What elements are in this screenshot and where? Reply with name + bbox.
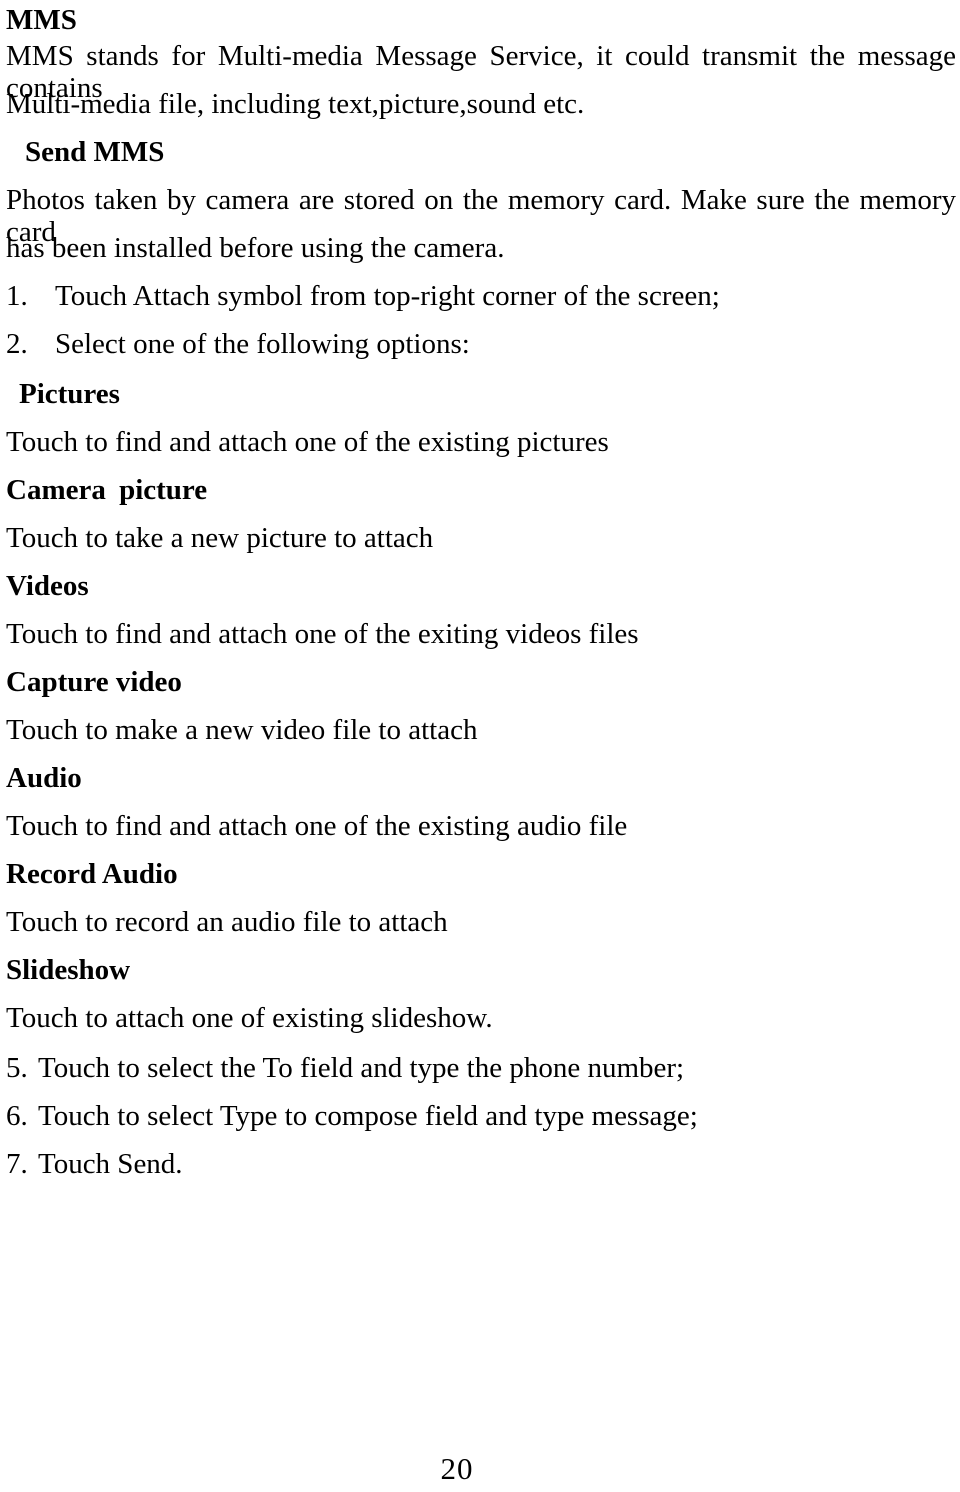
step-item-5: 5. Touch to select the To field and type …: [6, 1052, 684, 1084]
option-description-slideshow: Touch to attach one of existing slidesho…: [6, 1002, 493, 1034]
option-description-videos: Touch to find and attach one of the exit…: [6, 618, 639, 650]
step-text: Touch to select the To field and type th…: [38, 1052, 685, 1084]
option-title-pictures: Pictures: [19, 378, 120, 410]
step-item-2: 2. Select one of the following options:: [6, 328, 470, 360]
option-title-videos: Videos: [6, 570, 89, 602]
option-title-record-audio: Record Audio: [6, 858, 178, 890]
note-line-2: has been installed before using the came…: [6, 232, 505, 264]
step-item-7: 7. Touch Send.: [6, 1148, 183, 1180]
step-item-6: 6. Touch to select Type to compose field …: [6, 1100, 698, 1132]
section-heading-send-mms: Send MMS: [25, 136, 165, 168]
option-title-capture-video: Capture video: [6, 666, 182, 698]
option-title-audio: Audio: [6, 762, 82, 794]
intro-paragraph-line-2: Multi-media file, including text,picture…: [6, 88, 585, 120]
option-title-slideshow: Slideshow: [6, 954, 131, 986]
step-item-1: 1. Touch Attach symbol from top-right cor…: [6, 280, 720, 312]
step-text: Select one of the following options:: [55, 328, 470, 360]
option-description-audio: Touch to find and attach one of the exis…: [6, 810, 628, 842]
step-number: 7.: [6, 1148, 28, 1180]
step-text: Touch to select Type to compose field an…: [38, 1100, 698, 1132]
option-description-pictures: Touch to find and attach one of the exis…: [6, 426, 609, 458]
option-description-camera-picture: Touch to take a new picture to attach: [6, 522, 434, 554]
step-number: 1.: [6, 280, 28, 312]
step-text: Touch Send.: [38, 1148, 183, 1180]
option-description-record-audio: Touch to record an audio file to attach: [6, 906, 448, 938]
step-number: 5.: [6, 1052, 28, 1084]
step-number: 2.: [6, 328, 28, 360]
option-title-camera-picture: Camera picture: [6, 474, 208, 506]
step-number: 6.: [6, 1100, 28, 1132]
step-text: Touch Attach symbol from top-right corne…: [55, 280, 720, 312]
page-title: MMS: [6, 4, 77, 36]
document-page: MMS MMS stands for Multi-media Message S…: [0, 0, 960, 1492]
option-description-capture-video: Touch to make a new video file to attach: [6, 714, 478, 746]
page-number-footer: 20: [440, 1451, 474, 1486]
